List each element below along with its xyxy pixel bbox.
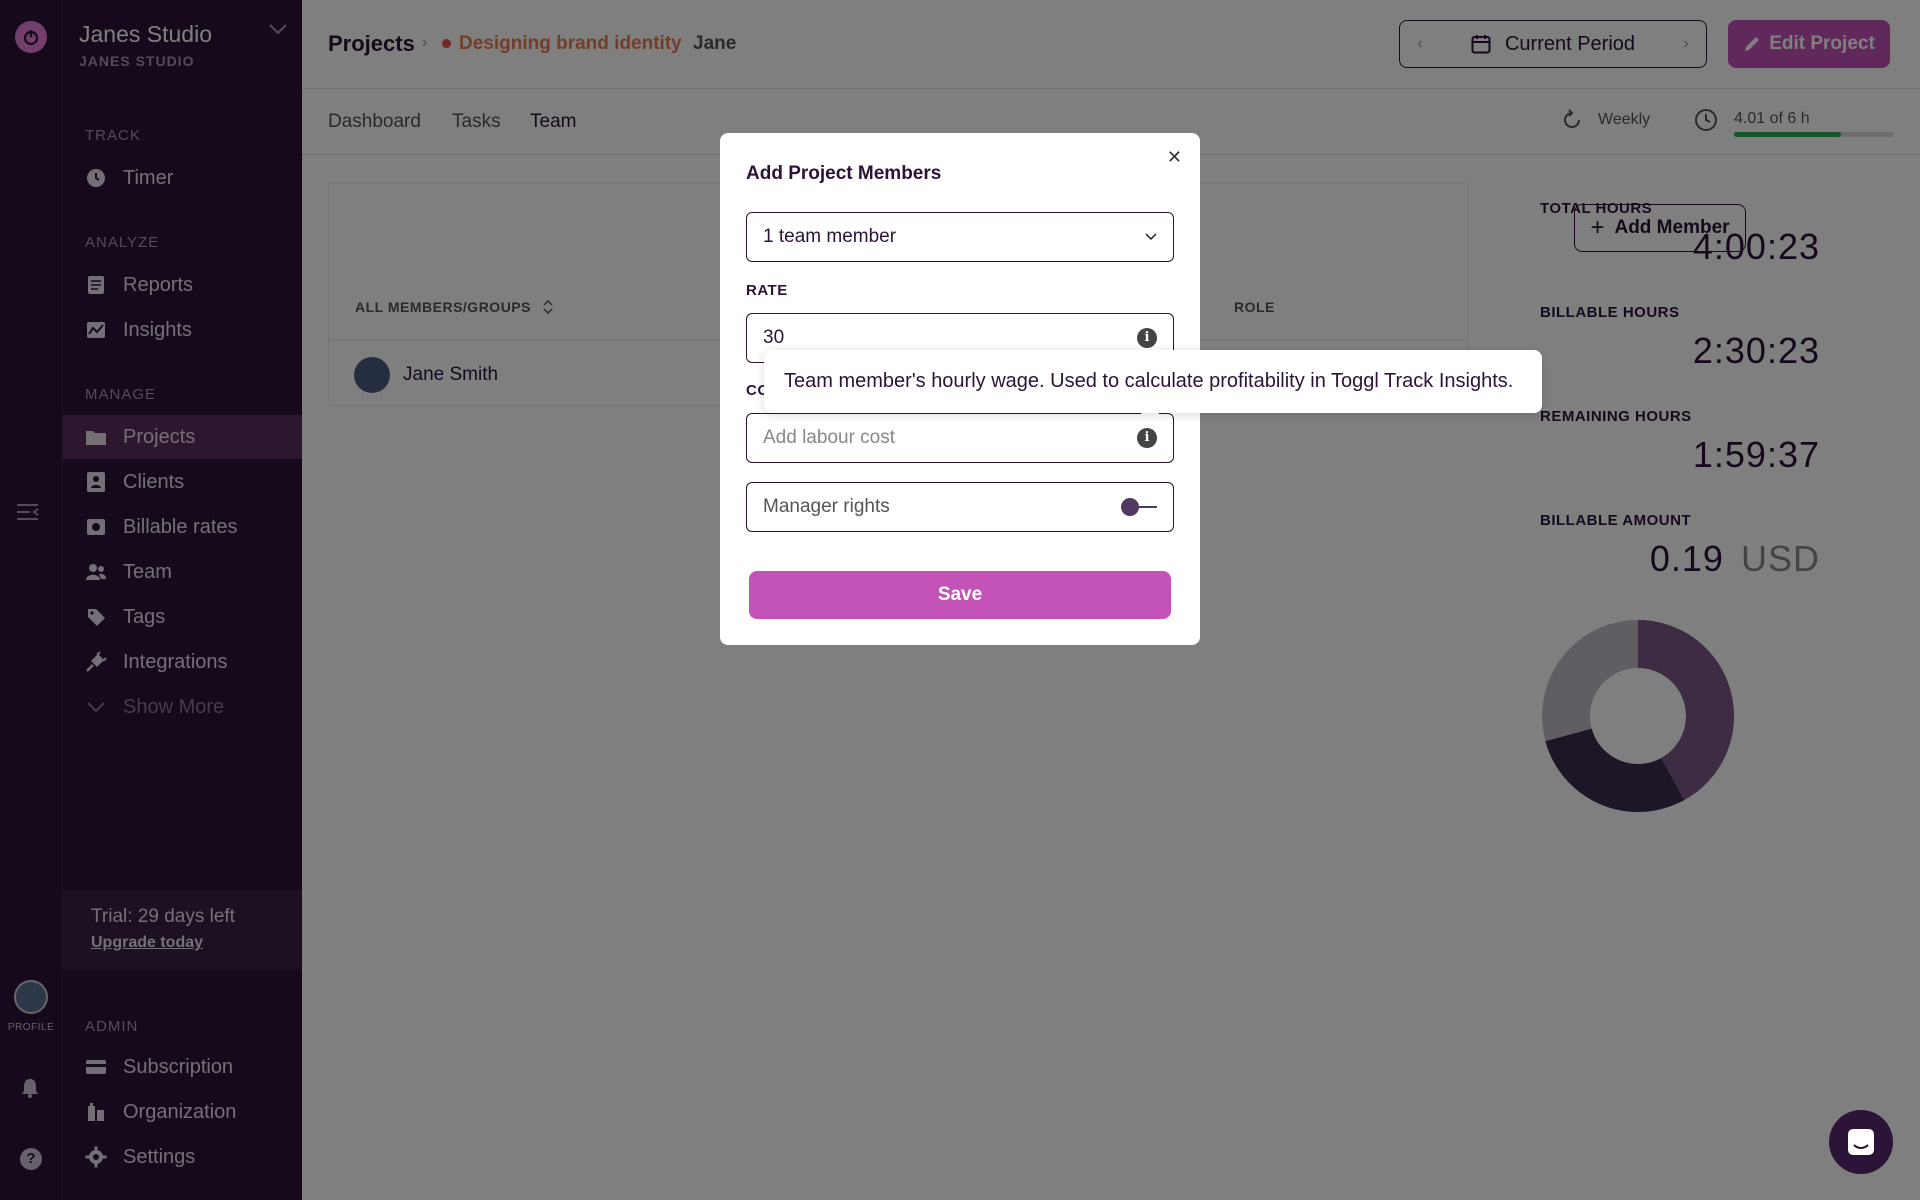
manager-rights-label: Manager rights: [763, 496, 890, 517]
chat-support-button[interactable]: [1829, 1110, 1893, 1174]
member-select[interactable]: 1 team member: [746, 212, 1174, 262]
labour-cost-placeholder: Add labour cost: [763, 427, 896, 448]
chat-icon: [1846, 1127, 1876, 1157]
info-icon[interactable]: i: [1137, 428, 1157, 448]
save-button[interactable]: Save: [749, 571, 1171, 619]
modal-title: Add Project Members: [746, 163, 942, 184]
member-select-value: 1 team member: [763, 226, 897, 247]
manager-rights-field[interactable]: Manager rights: [746, 482, 1174, 532]
rate-tooltip: Team member's hourly wage. Used to calcu…: [764, 350, 1542, 413]
close-icon[interactable]: ✕: [1167, 147, 1182, 168]
info-icon[interactable]: i: [1137, 328, 1157, 348]
rate-value: 30: [763, 327, 785, 348]
rate-label: RATE: [746, 282, 788, 299]
labour-cost-input[interactable]: Add labour cost i: [746, 413, 1174, 463]
manager-rights-toggle[interactable]: [1121, 498, 1157, 516]
chevron-down-icon: [1145, 233, 1157, 241]
